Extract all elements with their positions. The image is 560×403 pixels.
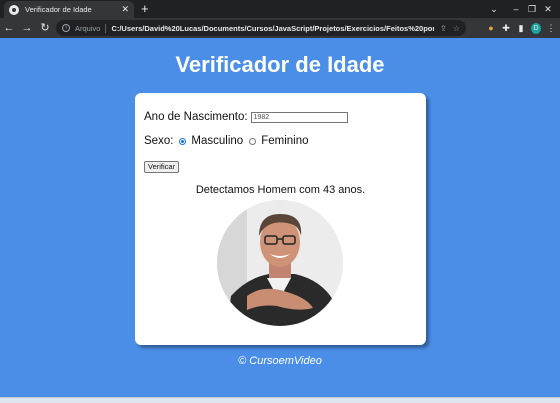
sex-row: Sexo: Masculino Feminino — [144, 135, 309, 147]
radio-masculino[interactable] — [179, 137, 187, 145]
divider — [105, 23, 107, 33]
page-title: Verificador de Idade — [175, 52, 385, 77]
radio-feminino[interactable] — [249, 137, 257, 145]
os-taskbar — [0, 397, 560, 403]
bookmark-star-icon[interactable]: ☆ — [453, 24, 460, 33]
tab-title: Verificador de Idade — [25, 5, 92, 14]
browser-tab[interactable]: Verificador de Idade ✕ — [4, 1, 134, 18]
window-controls: – ❐ ✕ — [508, 0, 556, 18]
minimize-icon[interactable]: – — [508, 4, 524, 14]
puzzle-icon[interactable]: ✚ — [501, 23, 511, 34]
restore-icon[interactable]: ❐ — [524, 4, 540, 15]
profile-avatar[interactable]: D — [531, 22, 541, 34]
forward-arrow-icon[interactable]: → — [18, 18, 36, 38]
sidepanel-icon[interactable]: ▮ — [516, 23, 526, 34]
tab-search-button[interactable]: ⌄ — [486, 0, 502, 18]
verify-button[interactable]: Verificar — [144, 161, 180, 173]
man-portrait-image — [217, 200, 343, 326]
close-window-icon[interactable]: ✕ — [540, 4, 556, 15]
sex-label: Sexo: — [144, 135, 174, 147]
menu-kebab-icon[interactable]: ⋮ — [546, 23, 556, 34]
birth-row: Ano de Nascimento: — [144, 111, 348, 123]
result-photo — [217, 200, 343, 326]
option-masculino-label[interactable]: Masculino — [191, 135, 243, 147]
verifier-card: Ano de Nascimento: Sexo: Masculino Femin… — [135, 93, 426, 345]
share-icon[interactable]: ⇪ — [440, 24, 447, 33]
result-text: Detectamos Homem com 43 anos. — [195, 184, 366, 196]
browser-tab-strip: Verificador de Idade ✕ + ⌄ – ❐ ✕ — [0, 0, 560, 18]
info-icon[interactable]: i — [62, 24, 70, 32]
url-text[interactable]: C:/Users/David%20Lucas/Documents/Cursos/… — [111, 24, 434, 33]
toolbar-icons: ● ✚ ▮ D ⋮ — [486, 18, 556, 38]
close-tab-icon[interactable]: ✕ — [121, 5, 129, 14]
footer-credit: © CursoemVideo — [238, 355, 322, 367]
birth-year-input[interactable] — [250, 111, 348, 123]
chevron-down-icon[interactable]: ⌄ — [486, 4, 502, 15]
browser-toolbar: ← → ↻ i Arquivo C:/Users/David%20Lucas/D… — [0, 18, 560, 38]
file-scheme-label: Arquivo — [75, 23, 101, 33]
extension-color-icon[interactable]: ● — [486, 23, 496, 33]
reload-icon[interactable]: ↻ — [36, 18, 54, 38]
globe-icon — [9, 4, 19, 15]
option-feminino-label[interactable]: Feminino — [261, 135, 308, 147]
new-tab-button[interactable]: + — [141, 1, 149, 17]
back-arrow-icon[interactable]: ← — [0, 18, 18, 38]
birth-label: Ano de Nascimento: — [144, 111, 248, 123]
address-bar[interactable]: i Arquivo C:/Users/David%20Lucas/Documen… — [56, 20, 466, 36]
